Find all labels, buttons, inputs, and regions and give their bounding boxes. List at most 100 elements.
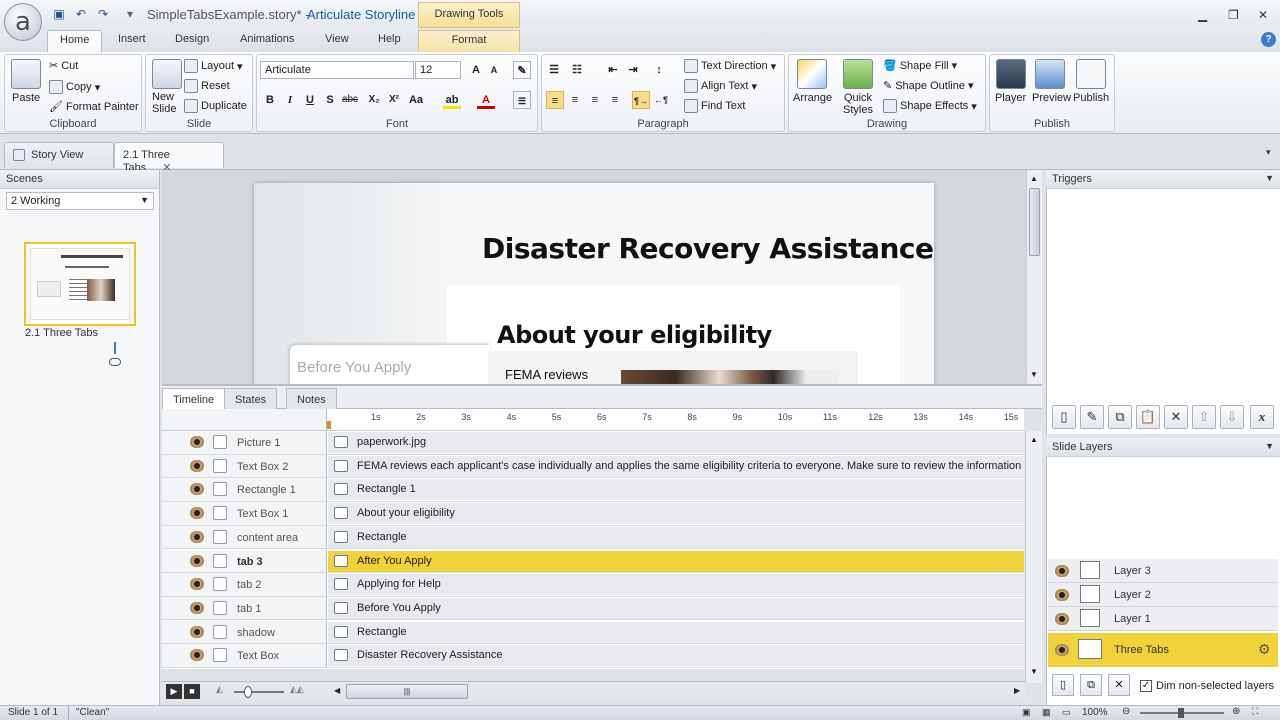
stop-icon[interactable]: ■ — [184, 684, 200, 699]
timeline-row[interactable]: Picture 1 paperwork.jpg — [162, 431, 1024, 455]
lock-icon[interactable] — [213, 435, 227, 449]
tab-format[interactable]: Format — [418, 30, 520, 52]
tab-three-tabs[interactable]: 2.1 Three Tabs ✕ — [114, 142, 224, 174]
arrange-button[interactable]: Arrange — [793, 92, 832, 104]
duplicate-layer-icon[interactable]: ⧉ — [1080, 674, 1102, 696]
zoom-slider-handle[interactable] — [244, 686, 252, 698]
line-spacing-icon[interactable]: ↕ — [650, 61, 668, 79]
zoom-handle[interactable] — [1178, 708, 1184, 718]
font-size-select[interactable]: 12 — [415, 61, 461, 79]
tab-help[interactable]: Help — [366, 30, 413, 52]
lock-icon[interactable] — [213, 624, 227, 639]
clear-format-icon[interactable]: ✎ — [513, 61, 531, 79]
find-text-button[interactable]: Find Text — [684, 99, 745, 113]
help-icon[interactable]: ? — [1261, 32, 1276, 47]
tab-notes[interactable]: Notes — [286, 388, 337, 410]
eye-icon[interactable] — [190, 436, 204, 448]
tab-story-view[interactable]: Story View — [4, 142, 114, 168]
increase-indent-icon[interactable]: ⇥ — [624, 61, 642, 79]
eligibility-heading[interactable]: About your eligibility — [497, 321, 772, 349]
eye-icon[interactable] — [190, 649, 204, 662]
lock-icon[interactable] — [213, 482, 227, 497]
object-name[interactable]: tab 1 — [237, 603, 261, 615]
font-family-select[interactable]: Articulate — [260, 61, 414, 79]
text-direction-button[interactable]: Text Direction ▾ — [684, 59, 776, 73]
normal-view-icon[interactable]: ▣ — [1022, 707, 1031, 718]
object-name[interactable]: Text Box 2 — [237, 461, 288, 473]
paste-trigger-icon[interactable]: 📋 — [1136, 405, 1160, 429]
object-name[interactable]: Text Box 1 — [237, 508, 288, 520]
scroll-up-icon[interactable]: ▲ — [1030, 174, 1038, 183]
slide-sorter-icon[interactable]: ▦ — [1042, 707, 1051, 718]
new-slide-button[interactable]: New Slide — [152, 91, 184, 115]
eye-icon[interactable] — [1055, 589, 1069, 601]
new-layer-icon[interactable]: ▯ — [1052, 674, 1074, 696]
eye-icon[interactable] — [190, 625, 204, 638]
format-painter-button[interactable]: 🖌 Format Painter — [49, 100, 139, 114]
timeline-row[interactable]: Text Box 2 FEMA reviews each applicant's … — [162, 454, 1024, 479]
grow-font-icon[interactable]: A — [467, 61, 485, 79]
preview-button[interactable]: Preview — [1032, 92, 1071, 104]
lock-icon[interactable] — [213, 600, 227, 615]
slide-title[interactable]: Disaster Recovery Assistance — [482, 232, 934, 265]
eye-icon[interactable] — [190, 530, 204, 543]
italic-icon[interactable]: I — [281, 91, 299, 109]
move-down-icon[interactable]: ⇩ — [1220, 405, 1244, 429]
canvas-scrollbar[interactable]: ▲ ▼ — [1026, 170, 1042, 384]
tab-timeline[interactable]: Timeline — [162, 388, 226, 410]
reading-view-icon[interactable]: ▭ — [1062, 707, 1071, 718]
layer-row[interactable]: Layer 1 — [1048, 607, 1278, 631]
object-name[interactable]: content area — [237, 532, 298, 544]
bullets-icon[interactable]: ☰ — [545, 61, 563, 79]
scroll-thumb[interactable] — [1029, 188, 1040, 256]
numbering-icon[interactable]: ☷ — [568, 61, 586, 79]
app-menu-button[interactable]: a — [4, 3, 42, 41]
slide-thumbnail[interactable] — [24, 242, 136, 326]
fit-window-icon[interactable]: ⛶ — [1252, 706, 1258, 717]
eye-icon[interactable] — [190, 507, 204, 520]
timeline-row[interactable]: shadow Rectangle — [162, 620, 1024, 645]
hscroll-right-icon[interactable]: ▶ — [1014, 686, 1020, 695]
shrink-font-icon[interactable]: A — [485, 61, 503, 79]
dim-layers-checkbox[interactable]: ✓ — [1140, 680, 1152, 692]
lock-icon[interactable] — [213, 648, 227, 663]
timeline-scroll-up-icon[interactable]: ▲ — [1030, 435, 1038, 444]
timeline-scroll-down-icon[interactable]: ▼ — [1030, 667, 1038, 676]
rtl-icon[interactable]: ←¶ — [652, 91, 670, 109]
ltr-icon[interactable]: ¶→ — [632, 91, 650, 109]
variables-icon[interactable]: x — [1250, 405, 1274, 429]
layer-row[interactable]: Layer 2 — [1048, 583, 1278, 607]
layers-menu-icon[interactable]: ▼ — [1265, 441, 1274, 451]
change-case-icon[interactable]: Aa — [407, 91, 425, 109]
align-center-icon[interactable]: ≡ — [566, 91, 584, 109]
lock-icon[interactable] — [213, 577, 227, 592]
strikethrough-icon[interactable]: abc — [341, 91, 359, 109]
timeline-scrollbar[interactable]: ▲ ▼ — [1025, 431, 1042, 683]
underline-icon[interactable]: U — [301, 91, 319, 109]
timeline-row[interactable]: Rectangle 1 Rectangle 1 — [162, 478, 1024, 502]
customize-qat-icon[interactable]: ▾ — [122, 6, 138, 22]
timeline-row[interactable]: Text Box 1 About your eligibility — [162, 502, 1024, 526]
font-color-icon[interactable]: A — [477, 91, 495, 109]
tab-list-icon[interactable]: ▾ — [1266, 147, 1271, 158]
gear-icon[interactable]: ⚙ — [1258, 641, 1271, 658]
timeline-row[interactable]: Text Box Disaster Recovery Assistance — [162, 644, 1024, 668]
triggers-menu-icon[interactable]: ▼ — [1265, 173, 1274, 183]
timeline-row[interactable]: tab 1 Before You Apply — [162, 596, 1024, 621]
align-right-icon[interactable]: ≡ — [586, 91, 604, 109]
edit-trigger-icon[interactable]: ✎ — [1080, 405, 1104, 429]
minimize-icon[interactable]: ▁ — [1198, 8, 1207, 22]
undo-icon[interactable]: ↶ — [73, 6, 89, 22]
highlight-icon[interactable]: ab — [443, 91, 461, 109]
timeline-row[interactable]: content area Rectangle — [162, 525, 1024, 550]
eye-icon[interactable] — [1055, 565, 1069, 577]
tab-home[interactable]: Home — [47, 30, 103, 53]
reset-button[interactable]: Reset — [184, 79, 230, 93]
lock-icon[interactable] — [213, 506, 227, 521]
eye-icon[interactable] — [1055, 644, 1069, 656]
move-up-icon[interactable]: ⇧ — [1192, 405, 1216, 429]
subscript-icon[interactable]: X₂ — [365, 91, 383, 109]
shadow-text-icon[interactable]: S — [321, 91, 339, 109]
hscroll-left-icon[interactable]: ◀ — [334, 686, 340, 695]
timeline-ruler[interactable]: 1s 2s 3s 4s 5s 6s 7s 8s 9s 10s 11s 12s 13s 14s 15s — [327, 409, 1024, 431]
